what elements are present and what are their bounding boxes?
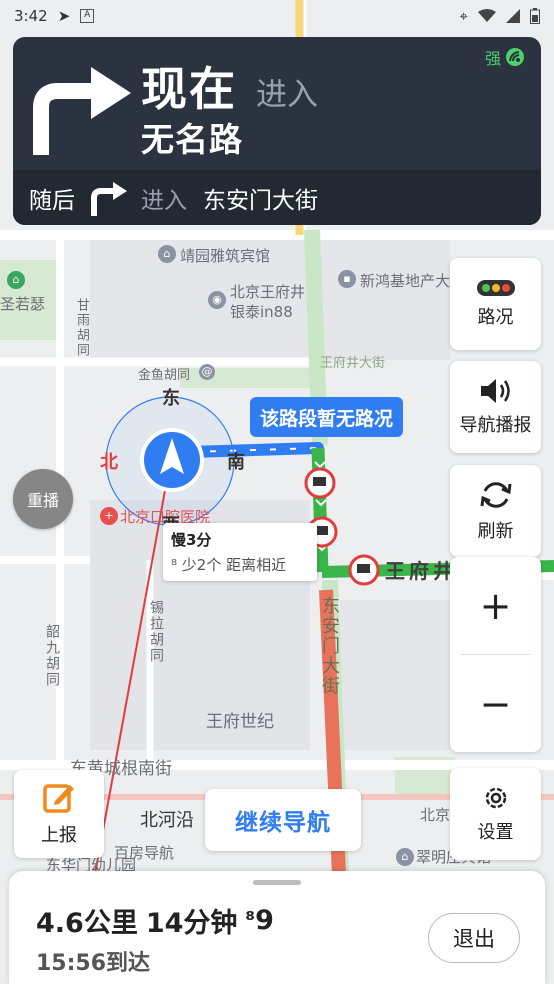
map-label: 韶九胡同 — [44, 624, 60, 688]
settings-button-label: 设置 — [477, 822, 514, 843]
settings-button[interactable]: 设置 — [450, 768, 541, 860]
voice-button-label: 导航播报 — [459, 415, 532, 436]
refresh-button[interactable]: 刷新 — [450, 465, 541, 557]
traffic-light-icon — [476, 280, 515, 296]
speaker-icon — [480, 379, 510, 403]
map-label: 锡拉胡同 — [148, 600, 164, 664]
map-label: 新鸿基地产大 — [360, 272, 451, 290]
guidance-now: 现在 — [141, 62, 237, 116]
cellular-icon — [506, 9, 520, 23]
zoom-out-button[interactable]: − — [450, 655, 541, 752]
report-button[interactable]: 上报 — [14, 770, 104, 858]
trip-summary-sheet[interactable]: 4.6公里 14分钟 ⁸ 9 15:56到达 退出 — [9, 871, 545, 984]
map-label: 东安门大街 — [319, 596, 340, 696]
no-traffic-callout: 该路段暂无路况 — [250, 397, 404, 437]
report-button-label: 上报 — [41, 825, 77, 846]
next-turn-right-icon — [91, 181, 127, 216]
traffic-light-icon: ⁸ — [171, 556, 178, 574]
app-notification-icon: A — [80, 9, 95, 23]
location-arrow-icon: ➤ — [57, 7, 71, 25]
alternate-route-info[interactable]: 慢3分 ⁸ 少2个 距离相近 — [163, 523, 317, 581]
refresh-button-label: 刷新 — [477, 521, 514, 542]
wifi-icon — [478, 9, 496, 22]
compass-north: 北 — [100, 452, 118, 473]
map-label: 北河沿 — [140, 810, 194, 831]
map-label: 圣若瑟 — [0, 295, 46, 313]
map-label: 甘雨胡同 — [74, 298, 89, 358]
location-pin-icon: ⌖ — [459, 7, 468, 25]
camera-icon — [304, 467, 336, 499]
continue-navigation-button[interactable]: 继续导航 — [205, 789, 361, 851]
clock: 3:42 — [14, 7, 48, 25]
guidance-enter: 进入 — [256, 77, 318, 113]
turn-right-arrow-icon — [33, 67, 131, 155]
battery-icon — [530, 8, 540, 24]
hotel-icon: ⌂ — [396, 848, 414, 866]
mall-icon: ◉ — [208, 291, 226, 309]
gear-icon — [485, 787, 506, 809]
next-instruction: 随后 进入 东安门大街 — [13, 170, 541, 225]
traffic-light-count-icon: ⁸ — [245, 908, 256, 933]
traffic-button[interactable]: 路况 — [450, 258, 541, 350]
zoom-controls: + − — [450, 557, 541, 752]
map-label: 北京 — [420, 806, 451, 824]
trip-summary: 4.6公里 14分钟 ⁸ 9 — [36, 901, 274, 940]
voice-broadcast-button[interactable]: 导航播报 — [450, 361, 541, 453]
replay-button[interactable]: 重播 — [13, 469, 73, 529]
traffic-light-count: 9 — [255, 905, 274, 936]
hotel-icon: ⌂ — [158, 245, 176, 263]
report-edit-icon — [43, 784, 74, 813]
remaining-distance: 4.6公里 — [36, 908, 138, 939]
map-label: 北京王府井 — [230, 283, 306, 301]
zoom-in-button[interactable]: + — [450, 557, 541, 654]
compass-south: 南 — [227, 452, 245, 473]
route-detail-text: 少2个 距离相近 — [181, 556, 287, 574]
guidance-road-name: 无名路 — [141, 120, 243, 159]
next-enter: 进入 — [141, 187, 187, 214]
sheet-drag-handle[interactable] — [253, 880, 301, 885]
map-label: 银泰in88 — [230, 303, 293, 321]
remaining-time: 14分钟 — [145, 908, 238, 939]
church-icon: ⌂ — [7, 271, 25, 289]
map-label: 王府井大街 — [320, 356, 386, 371]
gps-signal: 强 — [485, 45, 525, 69]
route-slower-text: 慢3分 — [171, 531, 212, 549]
status-bar: 3:42 ➤ A ⌖ — [0, 0, 554, 32]
gps-signal-text: 强 — [484, 49, 501, 68]
next-road-name: 东安门大街 — [203, 187, 318, 214]
exit-button[interactable]: 退出 — [428, 913, 520, 963]
building-icon: ▪ — [338, 270, 356, 288]
map-label: 靖园雅筑宾馆 — [180, 247, 271, 265]
map-label: 王府世纪 — [206, 712, 274, 732]
arrival-time: 15:56到达 — [36, 951, 151, 976]
metro-icon: @ — [199, 364, 215, 380]
compass-east: 东 — [162, 388, 180, 409]
route-detail: ⁸ 少2个 距离相近 — [171, 554, 309, 575]
refresh-icon — [480, 482, 511, 508]
traffic-button-label: 路况 — [477, 307, 514, 328]
next-label: 随后 — [29, 187, 75, 214]
map-label: 金鱼胡同 — [138, 368, 191, 383]
camera-icon — [348, 554, 380, 586]
turn-guidance-panel: 现在 进入 无名路 强 随后 进入 东安门大街 — [13, 37, 541, 225]
hospital-icon: + — [100, 507, 118, 525]
gps-signal-icon — [506, 48, 524, 66]
